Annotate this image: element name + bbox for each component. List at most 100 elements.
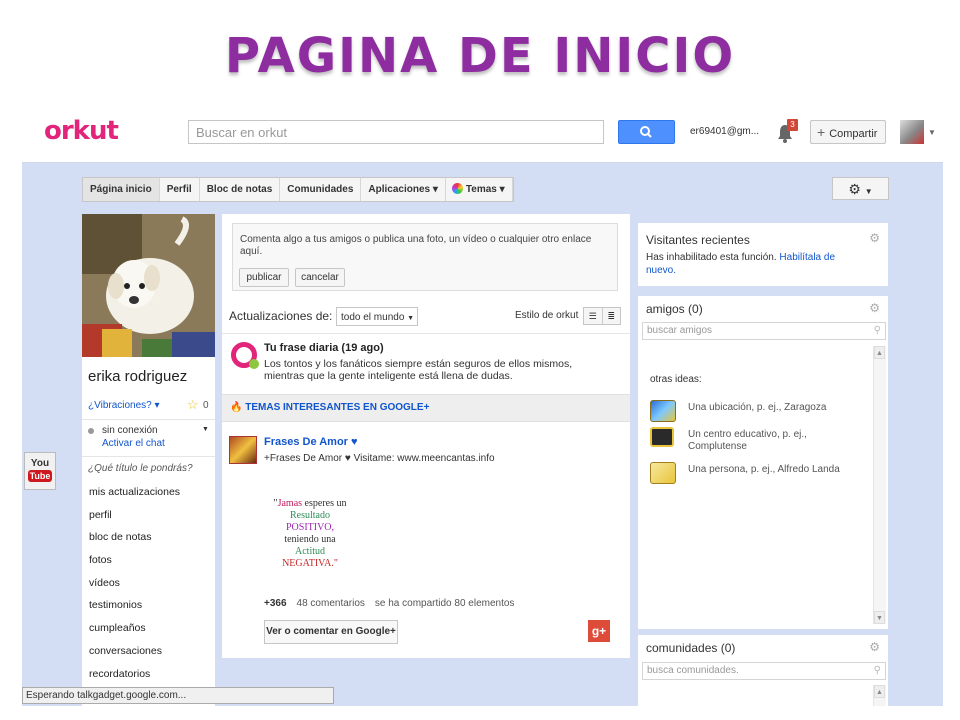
publish-button[interactable]: publicar — [239, 268, 289, 287]
profile-photo[interactable] — [82, 214, 215, 357]
google-plus-icon[interactable]: g+ — [588, 620, 610, 642]
friends-search-placeholder: buscar amigos — [647, 325, 713, 336]
interesting-topics-link[interactable]: 🔥 TEMAS INTERESANTES EN GOOGLE+ — [230, 402, 429, 413]
recent-visitors-title: Visitantes recientes — [646, 233, 750, 247]
interesting-topics-label: TEMAS INTERESANTES EN GOOGLE+ — [245, 402, 430, 413]
gear-icon[interactable]: ⚙ — [869, 640, 880, 654]
recent-visitors-box: Visitantes recientes ⚙ Has inhabilitado … — [638, 223, 888, 286]
friends-title[interactable]: amigos (0) — [646, 302, 703, 316]
dog-photo-image — [82, 214, 215, 357]
menu-item-mis-actualizaciones[interactable]: mis actualizaciones — [82, 481, 215, 504]
account-email[interactable]: er69401@gm... — [690, 126, 759, 137]
profile-title-prompt[interactable]: ¿Qué título le pondrás? — [88, 463, 193, 474]
list-view-icon[interactable]: ☰ — [584, 308, 603, 324]
star-icon[interactable]: ☆ — [187, 397, 199, 413]
menu-item-perfil[interactable]: perfil — [82, 504, 215, 527]
menu-item-testimonios[interactable]: testimonios — [82, 594, 215, 617]
divider — [82, 456, 215, 457]
friends-scrollbar[interactable]: ▲ ▼ — [873, 346, 886, 624]
menu-item-fotos[interactable]: fotos — [82, 549, 215, 572]
quote-word-jamas: Jamas — [277, 498, 303, 509]
tab-perfil[interactable]: Perfil — [160, 178, 200, 201]
post-subtitle: +Frases De Amor ♥ Visitame: www.meencant… — [264, 453, 495, 464]
post-stats: +366 48 comentarios se ha compartido 80 el… — [264, 598, 514, 609]
chevron-down-icon[interactable]: ▼ — [928, 128, 936, 137]
view-style-toggle[interactable]: ☰ ≣ — [583, 307, 621, 325]
post-author[interactable]: Frases De Amor ♥ — [264, 436, 358, 448]
gear-icon: ⚙ — [848, 181, 861, 197]
friends-box: amigos (0) ⚙ buscar amigos ⚲ ▲ ▼ otras id… — [638, 296, 888, 629]
menu-item-conversaciones[interactable]: conversaciones — [82, 640, 215, 663]
post-quote-image[interactable]: "Jamas esperes un Resultado POSITIVO, te… — [262, 498, 358, 570]
search-button[interactable] — [618, 120, 675, 144]
profile-name[interactable]: erika rodriguez — [88, 368, 187, 385]
tab-pagina-inicio[interactable]: Página inicio — [83, 178, 160, 201]
post-composer[interactable]: Comenta algo a tus amigos o publica una … — [232, 223, 618, 291]
plus-count[interactable]: +366 — [264, 598, 287, 609]
cancel-button[interactable]: cancelar — [295, 268, 345, 287]
divider — [222, 333, 630, 334]
orkut-logo[interactable]: orkut — [44, 116, 119, 146]
profile-menu: mis actualizaciones perfil bloc de notas… — [82, 481, 215, 685]
menu-item-bloc-de-notas[interactable]: bloc de notas — [82, 526, 215, 549]
composer-placeholder[interactable]: Comenta algo a tus amigos o publica una … — [240, 234, 600, 258]
chevron-down-icon: ▼ — [864, 187, 873, 196]
tab-aplicaciones[interactable]: Aplicaciones ▾ — [361, 178, 446, 201]
idea-text: Una ubicación, p. ej., Zaragoza — [688, 402, 827, 413]
post-author-avatar[interactable] — [229, 436, 257, 464]
gear-icon[interactable]: ⚙ — [869, 231, 880, 245]
main-nav: Página inicio Perfil Bloc de notas Comun… — [82, 177, 514, 202]
gear-icon[interactable]: ⚙ — [869, 301, 880, 315]
menu-item-cumpleanos[interactable]: cumpleaños — [82, 617, 215, 640]
share-button[interactable]: + Compartir — [810, 120, 886, 144]
friends-search-input[interactable]: buscar amigos ⚲ — [642, 322, 886, 340]
communities-title[interactable]: comunidades (0) — [646, 641, 735, 655]
tab-temas-label: Temas ▾ — [465, 184, 505, 195]
settings-button[interactable]: ⚙ ▼ — [832, 177, 889, 200]
divider — [82, 419, 215, 420]
youtube-label-bottom: Tube — [27, 470, 53, 482]
daily-phrase-text: Los tontos y los fanáticos siempre están… — [264, 358, 573, 382]
school-icon — [650, 427, 674, 447]
person-card-icon — [650, 462, 676, 484]
updates-filter-dropdown[interactable]: todo el mundo ▼ — [336, 307, 418, 326]
scroll-down-arrow-icon[interactable]: ▼ — [874, 611, 885, 624]
compact-view-icon[interactable]: ≣ — [603, 308, 621, 324]
plus-icon: + — [817, 124, 826, 140]
daily-phrase-title: Tu frase diaria (19 ago) — [264, 342, 384, 354]
notification-count-badge[interactable]: 3 — [787, 119, 798, 131]
interesting-topics-header: 🔥 TEMAS INTERESANTES EN GOOGLE+ — [222, 394, 630, 422]
quote-line-1: esperes un — [302, 498, 347, 509]
tab-comunidades[interactable]: Comunidades — [280, 178, 362, 201]
chevron-down-icon[interactable]: ▼ — [202, 426, 209, 433]
color-wheel-icon — [451, 183, 463, 194]
tab-bloc-de-notas[interactable]: Bloc de notas — [200, 178, 281, 201]
communities-scrollbar[interactable]: ▲ — [873, 685, 886, 706]
vibrations-dropdown[interactable]: ¿Vibraciones? ▾ — [88, 400, 160, 411]
menu-item-recordatorios[interactable]: recordatorios — [82, 663, 215, 686]
quote-line-5: Actitud — [295, 546, 325, 557]
comment-count[interactable]: 48 comentarios — [297, 598, 365, 609]
updates-label: Actualizaciones de: — [229, 309, 333, 323]
account-avatar[interactable] — [900, 120, 924, 144]
communities-box: comunidades (0) ⚙ busca comunidades. ⚲ ▲ — [638, 635, 888, 706]
scroll-up-arrow-icon[interactable]: ▲ — [874, 346, 885, 359]
communities-search-placeholder: busca comunidades. — [647, 665, 739, 676]
scroll-up-arrow-icon[interactable]: ▲ — [874, 685, 885, 698]
flame-icon: 🔥 — [230, 402, 243, 413]
search-input[interactable]: Buscar en orkut — [188, 120, 604, 144]
updates-filter-value: todo el mundo — [341, 312, 405, 323]
search-icon: ⚲ — [873, 325, 881, 336]
stream-column: Comenta algo a tus amigos o publica una … — [222, 214, 630, 658]
communities-search-input[interactable]: busca comunidades. ⚲ — [642, 662, 886, 680]
share-count[interactable]: se ha compartido 80 elementos — [375, 598, 515, 609]
profile-sidebar: erika rodriguez ¿Vibraciones? ▾ ☆ 0 sin … — [82, 214, 215, 706]
activate-chat-link[interactable]: Activar el chat — [102, 438, 165, 449]
menu-item-videos[interactable]: vídeos — [82, 572, 215, 595]
tab-temas[interactable]: Temas ▾ — [446, 178, 513, 201]
chat-status[interactable]: sin conexión — [102, 425, 158, 436]
view-comment-google-plus-button[interactable]: Ver o comentar en Google+ — [264, 620, 398, 644]
top-bar: orkut Buscar en orkut er69401@gm... 3 + C… — [22, 104, 943, 163]
search-icon: ⚲ — [873, 665, 881, 676]
youtube-icon[interactable]: You Tube — [24, 452, 56, 490]
